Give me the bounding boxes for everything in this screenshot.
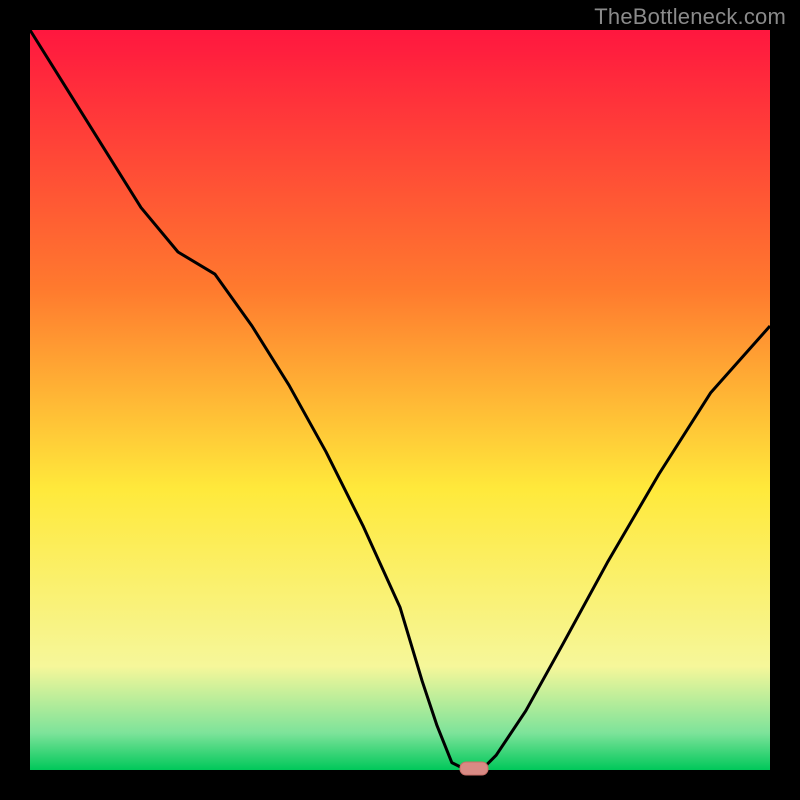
chart-frame: TheBottleneck.com [0, 0, 800, 800]
optimal-marker [460, 762, 488, 775]
bottleneck-chart [0, 0, 800, 800]
plot-background [30, 30, 770, 770]
watermark-text: TheBottleneck.com [594, 4, 786, 30]
